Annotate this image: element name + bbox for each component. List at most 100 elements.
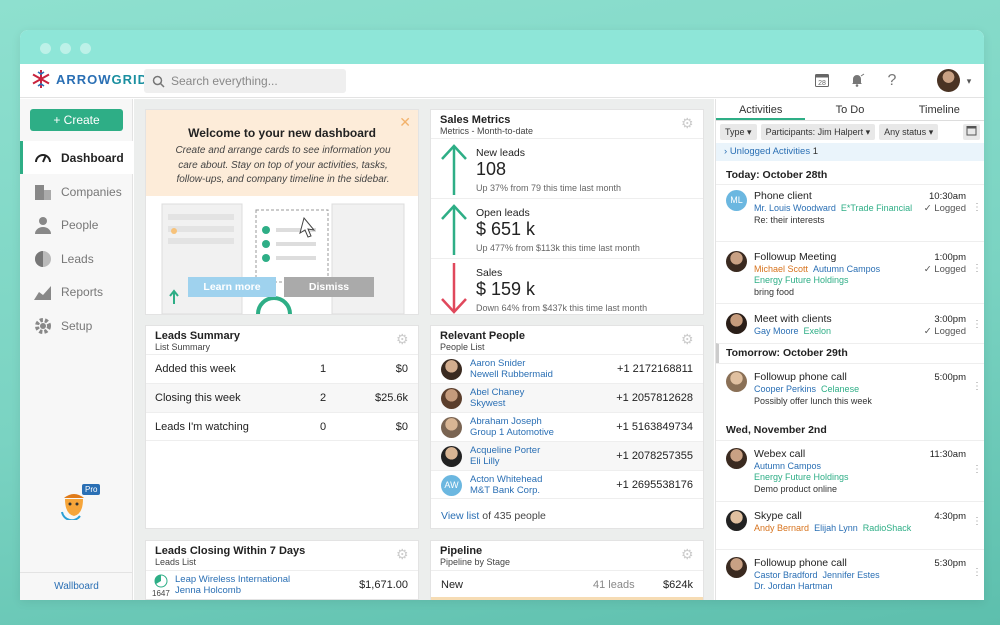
person-company[interactable]: Eli Lilly [470, 456, 500, 467]
person-phone[interactable]: +1 2078257355 [616, 450, 693, 462]
more-options-icon[interactable]: ⋮ [972, 381, 976, 392]
sidebar-item-setup[interactable]: Setup [20, 309, 133, 342]
tab-todo[interactable]: To Do [805, 99, 894, 120]
company-link[interactable]: Energy Future Holdings [754, 472, 849, 482]
list-item[interactable]: Abel Chaney Skywest +1 2057812628 [431, 383, 703, 412]
table-row[interactable]: New 41 leads $624k [431, 570, 703, 600]
more-options-icon[interactable]: ⋮ [972, 263, 976, 274]
person-name[interactable]: Acton Whitehead [470, 474, 542, 485]
participant[interactable]: Castor Bradford [754, 570, 818, 580]
sidebar-item-people[interactable]: People [20, 208, 133, 241]
participant[interactable]: Andy Bernard [754, 523, 809, 533]
metric-subtext: Down 64% from $437k this time last month [476, 303, 647, 313]
activity-item[interactable]: Followup phone call 5:30pm Castor Bradfo… [716, 557, 984, 597]
activity-item[interactable]: Followup phone call 5:00pm Cooper Perkin… [716, 371, 984, 411]
participant[interactable]: Michael Scott [754, 264, 808, 274]
activity-item[interactable]: Skype call 4:30pm Andy Bernard Elijah Ly… [716, 510, 984, 544]
search-placeholder: Search everything... [171, 74, 278, 88]
gear-icon[interactable]: ⚙ [681, 547, 695, 561]
gear-icon[interactable]: ⚙ [681, 332, 695, 346]
activity-item[interactable]: Followup Meeting 1:00pm Michael Scott Au… [716, 251, 984, 307]
sidebar-item-reports[interactable]: Reports [20, 275, 133, 308]
person-name[interactable]: Abraham Joseph [470, 416, 542, 427]
company-link[interactable]: Energy Future Holdings [754, 275, 849, 285]
dismiss-button[interactable]: Dismiss [284, 277, 374, 297]
participant[interactable]: Dr. Jordan Hartman [754, 581, 833, 591]
type-filter[interactable]: Type ▾ [720, 124, 757, 140]
gear-icon[interactable]: ⚙ [396, 547, 410, 561]
calendar-view-icon[interactable] [963, 124, 980, 140]
more-options-icon[interactable]: ⋮ [972, 319, 976, 330]
unlogged-label[interactable]: Unlogged Activities [730, 146, 810, 157]
company-link[interactable]: Celanese [821, 384, 859, 394]
list-item[interactable]: Acqueline Porter Eli Lilly +1 2078257355 [431, 441, 703, 470]
search-box[interactable]: Search everything... [144, 69, 346, 93]
more-options-icon[interactable]: ⋮ [972, 516, 976, 527]
company-link[interactable]: RadioShack [863, 523, 912, 533]
calendar-icon[interactable]: 28 [813, 72, 831, 90]
person-name[interactable]: Acqueline Porter [470, 445, 540, 456]
search-icon [152, 75, 165, 88]
table-row[interactable]: Closing this week 2 $25.6k [146, 383, 418, 412]
help-icon[interactable]: ? [883, 72, 901, 90]
person-phone[interactable]: +1 5163849734 [616, 421, 693, 433]
participants-filter[interactable]: Participants: Jim Halpert ▾ [761, 124, 876, 140]
sidebar-item-dashboard[interactable]: Dashboard [20, 141, 133, 174]
lead-contact[interactable]: Jenna Holcomb [175, 585, 241, 596]
create-button[interactable]: + Create [30, 109, 123, 131]
chevron-down-icon[interactable]: ▾ [960, 72, 978, 90]
person-company[interactable]: Group 1 Automotive [470, 427, 554, 438]
activity-item[interactable]: Webex call 11:30am Autumn Campos Energy … [716, 448, 984, 498]
participant[interactable]: Mr. Louis Woodward [754, 203, 836, 213]
person-company[interactable]: M&T Bank Corp. [470, 485, 540, 496]
calendar-day: 28 [818, 80, 826, 87]
status-filter[interactable]: Any status ▾ [879, 124, 938, 140]
wallboard-link[interactable]: Wallboard [20, 572, 133, 600]
participant[interactable]: Elijah Lynn [814, 523, 858, 533]
table-row[interactable]: Added this week 1 $0 [146, 354, 418, 383]
list-item[interactable]: Aaron Snider Newell Rubbermaid +1 217216… [431, 354, 703, 383]
table-row[interactable]: 1647 Leap Wireless International Jenna H… [146, 570, 418, 600]
person-name[interactable]: Abel Chaney [470, 387, 524, 398]
company-link[interactable]: Exelon [804, 326, 832, 336]
more-options-icon[interactable]: ⋮ [972, 202, 976, 213]
view-list-link[interactable]: View list [441, 510, 479, 522]
person-name[interactable]: Aaron Snider [470, 358, 525, 369]
participant[interactable]: Jennifer Estes [823, 570, 880, 580]
lead-name[interactable]: Leap Wireless International [175, 574, 290, 585]
sidebar-item-companies[interactable]: Companies [20, 175, 133, 208]
participant[interactable]: Gay Moore [754, 326, 799, 336]
chevron-down-icon: ▾ [747, 127, 752, 137]
pro-badge[interactable]: Pro [60, 488, 94, 523]
notification-bell-icon[interactable] [848, 72, 866, 90]
sidebar-item-leads[interactable]: Leads [20, 242, 133, 275]
person-phone[interactable]: +1 2172168811 [617, 363, 693, 375]
activity-item[interactable]: ML Phone client 10:30am Mr. Louis Woodwa… [716, 190, 984, 244]
tab-activities[interactable]: Activities [716, 99, 805, 120]
unlogged-activities-bar[interactable]: › Unlogged Activities 1 [716, 143, 984, 161]
participant[interactable]: Autumn Campos [754, 461, 821, 471]
arrow-up-icon [439, 143, 469, 197]
activity-time: 4:30pm [934, 511, 966, 522]
more-options-icon[interactable]: ⋮ [972, 464, 976, 475]
more-options-icon[interactable]: ⋮ [972, 567, 976, 578]
person-phone[interactable]: +1 2057812628 [616, 392, 693, 404]
participant[interactable]: Autumn Campos [813, 264, 880, 274]
person-phone[interactable]: +1 2695538176 [616, 479, 693, 491]
gear-icon[interactable]: ⚙ [396, 332, 410, 346]
participant[interactable]: Cooper Perkins [754, 384, 816, 394]
tab-timeline[interactable]: Timeline [895, 99, 984, 120]
logo[interactable]: ARROWGRID [30, 68, 148, 90]
status-text: Logged [934, 326, 966, 337]
person-company[interactable]: Skywest [470, 398, 505, 409]
company-link[interactable]: E*Trade Financial [841, 203, 912, 213]
user-avatar[interactable] [937, 69, 960, 92]
person-company[interactable]: Newell Rubbermaid [470, 369, 553, 380]
table-row[interactable]: Leads I'm watching 0 $0 [146, 412, 418, 441]
list-item[interactable]: Abraham Joseph Group 1 Automotive +1 516… [431, 412, 703, 441]
gear-icon[interactable]: ⚙ [681, 116, 695, 130]
list-item[interactable]: AW Acton Whitehead M&T Bank Corp. +1 269… [431, 470, 703, 499]
activity-item[interactable]: Meet with clients 3:00pm Gay Moore Exelo… [716, 313, 984, 347]
learn-more-button[interactable]: Learn more [188, 277, 276, 297]
card-title: Leads Closing Within 7 Days [155, 545, 305, 557]
